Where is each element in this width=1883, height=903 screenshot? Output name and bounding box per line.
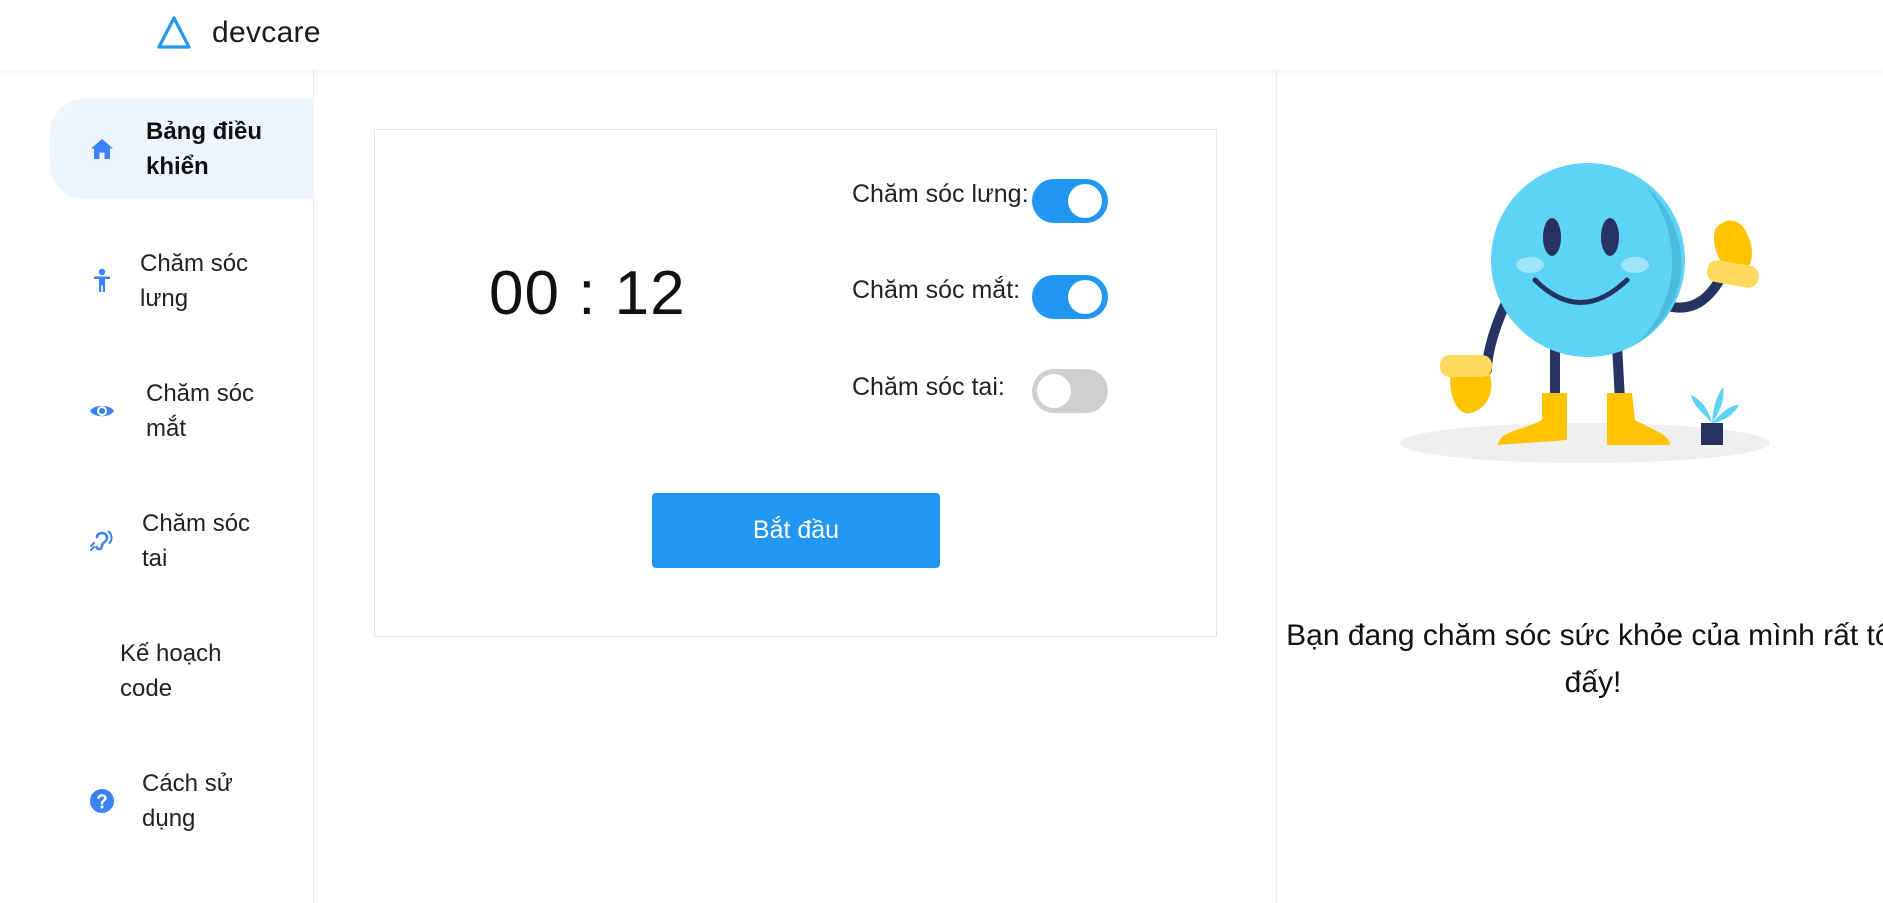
eye-care-toggle[interactable] xyxy=(1032,275,1108,319)
question-icon xyxy=(88,787,116,815)
sidebar-item-label: Kế hoạch code xyxy=(120,640,222,702)
eye-icon xyxy=(88,397,116,425)
timer-card: 00 : 12 Chăm sóc lưng: Chăm sóc mắt: Chă… xyxy=(374,129,1217,637)
panel-divider xyxy=(1276,70,1277,903)
toggle-knob xyxy=(1068,184,1102,218)
encouragement-message: Bạn đang chăm sóc sức khỏe của mình rất … xyxy=(1286,619,1883,699)
app-name: devcare xyxy=(212,16,321,49)
sidebar-item-code-plan[interactable]: Kế hoạch code xyxy=(50,635,314,707)
sidebar-item-label: Chăm sóc tai xyxy=(142,510,251,572)
sidebar-item-back-care[interactable]: Chăm sóc lưng xyxy=(50,245,314,317)
triangle-logo-icon xyxy=(157,16,191,49)
sidebar-item-label: Chăm sóc lưng xyxy=(140,250,249,312)
start-button[interactable]: Bắt đầu xyxy=(652,493,940,568)
toggle-label: Chăm sóc mắt: xyxy=(852,276,1021,304)
sidebar-item-eye-care[interactable]: Chăm sóc mắt xyxy=(50,375,314,447)
sidebar-item-ear-care[interactable]: Chăm sóc tai xyxy=(50,505,314,577)
sidebar-item-label: Bảng điều khiển xyxy=(146,118,263,180)
ear-care-toggle[interactable] xyxy=(1032,369,1108,413)
sidebar-item-label: Chăm sóc mắt xyxy=(146,380,255,442)
toggle-label: Chăm sóc tai: xyxy=(852,373,1005,401)
home-icon xyxy=(88,135,116,163)
toggle-knob xyxy=(1068,280,1102,314)
timer-display: 00 : 12 xyxy=(489,259,686,328)
smiley-character-illustration xyxy=(1400,163,1770,463)
toggle-row-eye-care: Chăm sóc mắt: xyxy=(852,272,1112,319)
sidebar-item-label: Cách sử dụng xyxy=(142,770,233,832)
sidebar: Bảng điều khiển Chăm sóc lưng Chăm sóc m… xyxy=(0,70,314,903)
toggle-knob xyxy=(1037,374,1071,408)
toggle-row-back-care: Chăm sóc lưng: xyxy=(852,176,1112,223)
app-logo[interactable]: devcare xyxy=(156,15,321,51)
toggle-row-ear-care: Chăm sóc tai: xyxy=(852,369,1112,413)
back-care-toggle[interactable] xyxy=(1032,179,1108,223)
sidebar-item-how-to-use[interactable]: Cách sử dụng xyxy=(50,765,314,837)
person-icon xyxy=(88,267,116,295)
top-bar: devcare xyxy=(0,0,1883,70)
toggle-label: Chăm sóc lưng: xyxy=(852,180,1029,208)
sidebar-item-dashboard[interactable]: Bảng điều khiển xyxy=(50,99,314,199)
ear-icon xyxy=(88,527,116,555)
